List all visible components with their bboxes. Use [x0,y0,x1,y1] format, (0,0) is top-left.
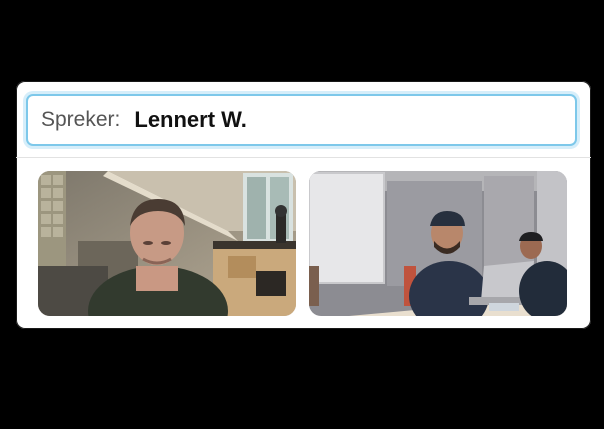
video-feed-meeting-room-icon [309,171,567,316]
video-tile-home-office[interactable] [38,171,296,316]
speaker-panel: Spreker: Lennert W. [16,81,591,329]
video-tile-meeting-room[interactable] [309,171,567,316]
speaker-name: Lennert W. [134,107,247,132]
video-feed-home-office-icon [38,171,296,316]
divider [16,157,591,158]
speaker-label: Spreker: [41,108,121,131]
speaker-bar: Spreker: Lennert W. [26,94,577,146]
